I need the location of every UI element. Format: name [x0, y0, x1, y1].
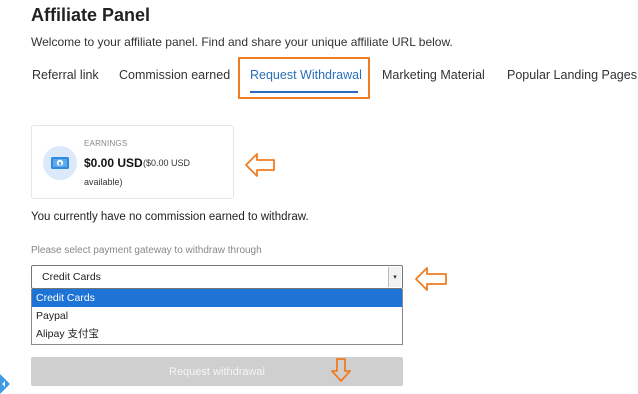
tab-commission-earned[interactable]: Commission earned — [119, 68, 230, 82]
tab-marketing-material[interactable]: Marketing Material — [382, 68, 485, 82]
tab-popular-landing-pages[interactable]: Popular Landing Pages — [507, 68, 637, 82]
welcome-text: Welcome to your affiliate panel. Find an… — [31, 35, 453, 49]
option-alipay[interactable]: Alipay 支付宝 — [32, 325, 402, 343]
earnings-value: $0.00 USD — [84, 156, 143, 170]
page-title: Affiliate Panel — [31, 5, 151, 25]
left-arrow-icon — [245, 153, 275, 177]
gateway-select[interactable]: Credit Cards ▾ — [31, 265, 403, 289]
collapse-tab-icon[interactable] — [0, 374, 10, 394]
earnings-label: EARNINGS — [84, 139, 128, 148]
money-icon: $ — [43, 146, 77, 180]
svg-text:$: $ — [58, 161, 62, 167]
earnings-available-cont: available) — [84, 177, 123, 187]
gateway-selected-value: Credit Cards — [42, 271, 101, 283]
left-arrow-icon — [415, 267, 447, 291]
no-commission-message: You currently have no commission earned … — [31, 211, 309, 223]
earnings-card: $ EARNINGS $0.00 USD ($0.00 USD availabl… — [31, 125, 234, 199]
earnings-available: ($0.00 USD — [143, 158, 191, 168]
gateway-options-list: Credit Cards Paypal Alipay 支付宝 — [31, 289, 403, 345]
chevron-down-icon[interactable]: ▾ — [388, 267, 401, 287]
tab-referral-link[interactable]: Referral link — [32, 68, 99, 82]
down-arrow-icon — [331, 358, 351, 382]
option-paypal[interactable]: Paypal — [32, 307, 402, 325]
gateway-label: Please select payment gateway to withdra… — [31, 245, 262, 256]
tab-annotation-box — [238, 57, 370, 99]
option-credit-cards[interactable]: Credit Cards — [32, 289, 402, 307]
